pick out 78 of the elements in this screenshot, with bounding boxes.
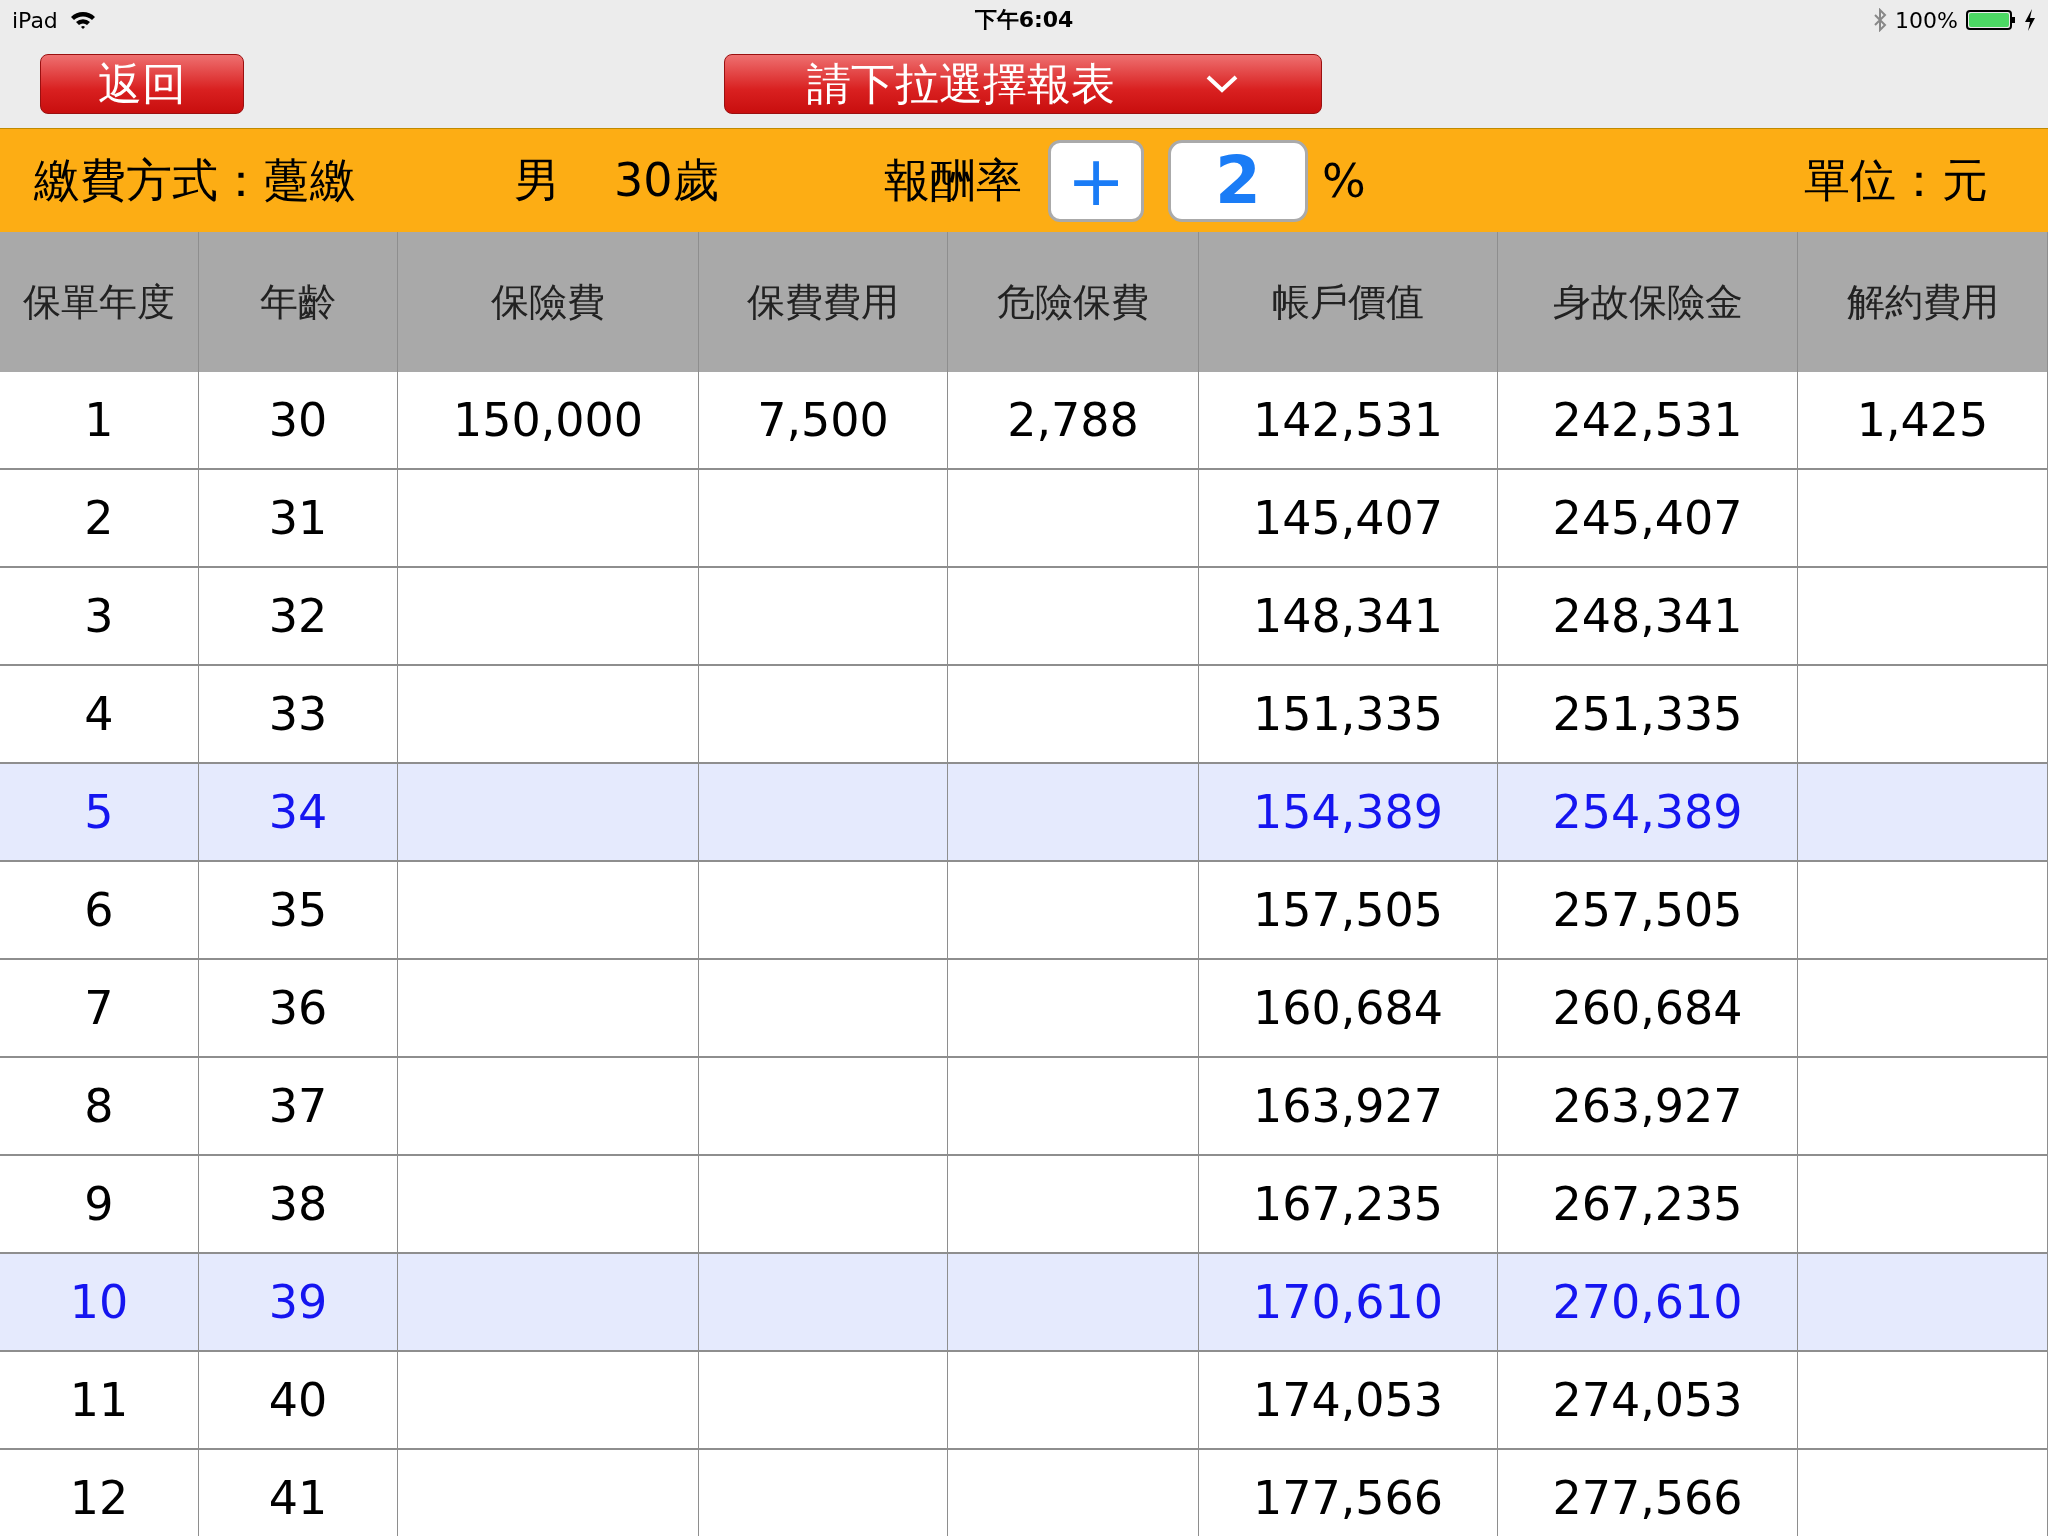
- table-cell: 160,684: [1252, 981, 1444, 1035]
- table-cell: 40: [268, 1373, 328, 1427]
- table-cell: 148,341: [1252, 589, 1444, 643]
- table-cell: 177,566: [1252, 1471, 1444, 1525]
- table-cell: 39: [268, 1275, 328, 1329]
- column-header: 保險費: [491, 278, 605, 326]
- table-cell: 251,335: [1552, 687, 1743, 741]
- table-cell: 174,053: [1252, 1373, 1444, 1427]
- table-cell: 263,927: [1552, 1079, 1743, 1133]
- table-cell: 270,610: [1552, 1275, 1743, 1329]
- table-cell: 11: [69, 1373, 129, 1427]
- table-cell: 30: [268, 393, 328, 447]
- age-label: 30歲: [614, 151, 720, 209]
- table-cell: 260,684: [1552, 981, 1743, 1035]
- bluetooth-icon: [1873, 8, 1888, 32]
- charging-bolt-icon: [2024, 9, 2036, 31]
- table-cell: 7,500: [757, 393, 889, 447]
- table-cell: 167,235: [1252, 1177, 1444, 1231]
- table-cell: 35: [268, 883, 328, 937]
- table-cell: 150,000: [452, 393, 644, 447]
- table-cell: 38: [268, 1177, 328, 1231]
- table-cell: 4: [84, 687, 114, 741]
- column-header: 身故保險金: [1552, 278, 1743, 326]
- column-header: 危險保費: [997, 278, 1149, 326]
- table-cell: 41: [268, 1471, 328, 1525]
- table-cell: 154,389: [1252, 785, 1444, 839]
- table-cell: 2: [84, 491, 114, 545]
- table-cell: 9: [84, 1177, 114, 1231]
- table-cell: 245,407: [1552, 491, 1743, 545]
- table-cell: 157,505: [1252, 883, 1444, 937]
- table-cell: 151,335: [1252, 687, 1444, 741]
- caret-icon: [1205, 74, 1239, 94]
- rate-input-field[interactable]: 2: [1168, 139, 1308, 222]
- return-rate-label: 報酬率: [884, 151, 1022, 209]
- unit-label: 單位：元: [1804, 151, 1988, 209]
- table-cell: 3: [84, 589, 114, 643]
- wifi-icon: [69, 10, 96, 30]
- percent-sign: %: [1322, 153, 1366, 208]
- column-header: 保費費用: [747, 278, 899, 326]
- table-cell: 2,788: [1007, 393, 1139, 447]
- payment-method: 繳費方式：躉繳: [34, 151, 357, 209]
- table-cell: 267,235: [1552, 1177, 1743, 1231]
- column-header: 年齡: [260, 278, 336, 326]
- table-cell: 248,341: [1552, 589, 1743, 643]
- column-header: 解約費用: [1846, 278, 1999, 326]
- table-cell: 12: [69, 1471, 129, 1525]
- clock-time: 下午6:04: [974, 6, 1074, 34]
- plus-button[interactable]: +: [1048, 139, 1144, 222]
- back-button[interactable]: 返回: [40, 54, 244, 114]
- table-cell: 7: [84, 981, 114, 1035]
- table-cell: 37: [268, 1079, 328, 1133]
- table-cell: 142,531: [1252, 393, 1444, 447]
- battery-icon: [1966, 9, 2016, 31]
- table-cell: 170,610: [1252, 1275, 1444, 1329]
- table-cell: 274,053: [1552, 1373, 1743, 1427]
- table-cell: 31: [268, 491, 328, 545]
- table-cell: 6: [84, 883, 114, 937]
- table-cell: 277,566: [1552, 1471, 1743, 1525]
- table-cell: 36: [268, 981, 328, 1035]
- table-cell: 1,425: [1856, 393, 1989, 447]
- table-cell: 10: [69, 1275, 129, 1329]
- table-cell: 33: [268, 687, 328, 741]
- device-name: iPad: [12, 7, 58, 33]
- table-cell: 5: [84, 785, 114, 839]
- column-header: 帳戶價值: [1272, 278, 1424, 326]
- table-cell: 34: [268, 785, 328, 839]
- table-cell: 32: [268, 589, 328, 643]
- table-cell: 163,927: [1252, 1079, 1444, 1133]
- battery-percent: 100%: [1895, 7, 1958, 33]
- table-cell: 1: [84, 393, 114, 447]
- report-dropdown[interactable]: 請下拉選擇報表: [724, 54, 1322, 114]
- table-cell: 145,407: [1252, 491, 1444, 545]
- table-cell: 242,531: [1552, 393, 1743, 447]
- table-cell: 254,389: [1552, 785, 1743, 839]
- gender-label: 男: [514, 151, 561, 209]
- column-header: 保單年度: [23, 278, 175, 326]
- table-cell: 257,505: [1552, 883, 1743, 937]
- table-cell: 8: [84, 1079, 114, 1133]
